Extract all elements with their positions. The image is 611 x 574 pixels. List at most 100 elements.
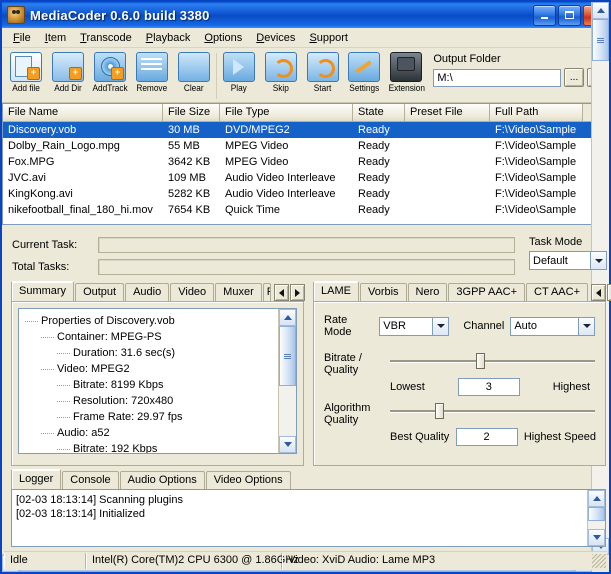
tree-node[interactable]: Resolution: 720x480 — [25, 393, 296, 409]
browse-folder-button[interactable]: ... — [564, 68, 585, 87]
bitrate-min-label: Lowest — [390, 381, 425, 393]
tab-muxer[interactable]: Muxer — [215, 283, 262, 301]
slider-knob[interactable] — [476, 353, 486, 369]
tab-video[interactable]: Video — [170, 283, 215, 301]
menu-item-support[interactable]: Support — [302, 31, 355, 45]
algorithm-quality-slider[interactable] — [390, 402, 595, 420]
current-task-row: Current Task: — [12, 236, 607, 254]
menu-item-playback[interactable]: Playback — [139, 31, 198, 45]
tree-node[interactable]: Video: MPEG2 — [25, 361, 296, 377]
tab-scroll-left-icon[interactable] — [273, 284, 289, 301]
tab-console[interactable]: Console — [62, 471, 119, 489]
tree-node[interactable]: Frame Rate: 29.97 fps — [25, 409, 296, 425]
cell-file-name: nikefootball_final_180_hi.mov — [8, 204, 153, 216]
tab-video-options[interactable]: Video Options — [205, 471, 291, 489]
maximize-button[interactable] — [558, 4, 581, 26]
chevron-down-icon[interactable] — [590, 252, 606, 269]
column-header-full-path[interactable]: Full Path — [490, 104, 583, 121]
tab-summary[interactable]: Summary — [11, 281, 75, 301]
vertical-scroll-thumb[interactable] — [279, 326, 296, 386]
tree-node[interactable]: Bitrate: 8199 Kbps — [25, 377, 296, 393]
tab-nero[interactable]: Nero — [407, 283, 448, 301]
chevron-down-icon[interactable] — [432, 317, 449, 335]
column-header-state[interactable]: State — [353, 104, 405, 121]
tab-audio-options[interactable]: Audio Options — [119, 471, 205, 489]
table-row[interactable]: JVC.avi 109 MB Audio Video Interleave Re… — [3, 170, 598, 186]
scroll-down-icon[interactable] — [279, 436, 296, 453]
cell-full-path: F:\Video\Sample — [495, 140, 577, 152]
tab-vorbis[interactable]: Vorbis — [359, 283, 407, 301]
channel-select[interactable]: Auto — [510, 316, 595, 336]
tab-lame[interactable]: LAME — [313, 281, 359, 301]
cell-file-size: 109 MB — [168, 172, 206, 184]
menu-item-file[interactable]: File — [6, 31, 38, 45]
chevron-down-icon[interactable] — [578, 317, 594, 335]
toolbar-label: Extension — [388, 83, 425, 93]
tab-scroll-right-icon[interactable] — [289, 284, 305, 301]
current-task-progress — [98, 237, 515, 253]
log-output[interactable]: [02-03 18:13:14] Scanning plugins [02-03… — [11, 489, 606, 547]
tab-3gpp-aac-plus[interactable]: 3GPP AAC+ — [448, 283, 526, 301]
scroll-up-icon[interactable] — [588, 490, 605, 507]
tab-ct-aac-plus[interactable]: CT AAC+ — [526, 283, 588, 301]
tab-output[interactable]: Output — [75, 283, 125, 301]
column-header-file-size[interactable]: File Size — [163, 104, 220, 121]
table-row[interactable]: Fox.MPG 3642 KB MPEG Video Ready F:\Vide… — [3, 154, 598, 170]
logger-scrollbar[interactable] — [587, 490, 605, 546]
scroll-down-icon[interactable] — [588, 529, 605, 546]
status-cpu: Intel(R) Core(TM)2 CPU 6300 @ 1.86GHz — [86, 553, 299, 569]
rate-mode-select[interactable]: VBR — [379, 316, 450, 336]
column-header-preset-file[interactable]: Preset File — [405, 104, 490, 121]
tab-scroll-right-icon[interactable] — [607, 284, 611, 301]
tree-node[interactable]: Bitrate: 192 Kbps — [25, 441, 296, 453]
toolbar-button-remove[interactable]: Remove — [131, 50, 173, 100]
bitrate-quality-value[interactable]: 3 — [457, 378, 520, 396]
table-row[interactable]: nikefootball_final_180_hi.mov 7654 KB Qu… — [3, 202, 598, 218]
file-list[interactable]: File Name File Size File Type State Pres… — [2, 2, 609, 572]
table-row[interactable]: Discovery.vob 30 MB DVD/MPEG2 Ready F:\V… — [3, 122, 598, 138]
toolbar-button-add-file[interactable]: + Add file — [5, 50, 47, 100]
right-tab-panel: LAME Vorbis Nero 3GPP AAC+ CT AAC+ Rate … — [313, 281, 611, 466]
toolbar-button-skip[interactable]: Skip — [260, 50, 302, 100]
tree-node[interactable]: Container: MPEG-PS — [25, 329, 296, 345]
table-row[interactable]: KingKong.avi 5282 KB Audio Video Interle… — [3, 186, 598, 202]
toolbar-button-add-track[interactable]: + AddTrack — [89, 50, 131, 100]
toolbar-label: Start — [313, 83, 332, 93]
algorithm-quality-value[interactable]: 2 — [455, 428, 518, 446]
column-header-file-name[interactable]: File Name — [3, 104, 163, 121]
vertical-scroll-thumb[interactable] — [588, 507, 605, 521]
output-folder-group: Output Folder M:\ ... O — [433, 50, 608, 87]
tab-scroll-left-icon[interactable] — [591, 284, 606, 301]
resize-grip-icon[interactable] — [592, 554, 606, 568]
table-row[interactable]: Dolby_Rain_Logo.mpg 55 MB MPEG Video Rea… — [3, 138, 598, 154]
menu-item-devices[interactable]: Devices — [249, 31, 302, 45]
scroll-up-icon[interactable] — [279, 309, 296, 326]
summary-tree[interactable]: Properties of Discovery.vob Container: M… — [18, 308, 297, 454]
slider-knob[interactable] — [435, 403, 445, 419]
toolbar-button-clear[interactable]: Clear — [173, 50, 215, 100]
cell-file-type: DVD/MPEG2 — [225, 124, 290, 136]
toolbar-button-extension[interactable]: Extension — [385, 50, 427, 100]
tree-node[interactable]: Properties of Discovery.vob — [25, 313, 296, 329]
file-list-vertical-scrollbar[interactable] — [591, 2, 609, 555]
toolbar-button-settings[interactable]: Settings — [344, 50, 386, 100]
tree-node[interactable]: Duration: 31.6 sec(s) — [25, 345, 296, 361]
column-header-file-type[interactable]: File Type — [220, 104, 353, 121]
output-folder-input[interactable]: M:\ — [433, 68, 562, 87]
menu-item-options[interactable]: Options — [197, 31, 249, 45]
tab-audio[interactable]: Audio — [125, 283, 170, 301]
minimize-button[interactable] — [533, 4, 556, 26]
tab-logger[interactable]: Logger — [11, 469, 62, 489]
summary-scrollbar[interactable] — [278, 309, 296, 453]
bitrate-quality-slider[interactable] — [390, 352, 595, 370]
toolbar-button-start[interactable]: Start — [302, 50, 344, 100]
menu-item-transcode[interactable]: Transcode — [73, 31, 139, 45]
cell-file-size: 5282 KB — [168, 188, 211, 200]
toolbar-button-play[interactable]: Play — [218, 50, 260, 100]
tab-picture[interactable]: Pict — [262, 283, 271, 301]
menu-item-item[interactable]: Item — [38, 31, 73, 45]
add-file-icon: + — [9, 52, 42, 82]
tree-node[interactable]: Audio: a52 — [25, 425, 296, 441]
toolbar-button-add-dir[interactable]: + Add Dir — [47, 50, 89, 100]
task-mode-select[interactable]: Default — [529, 251, 607, 270]
